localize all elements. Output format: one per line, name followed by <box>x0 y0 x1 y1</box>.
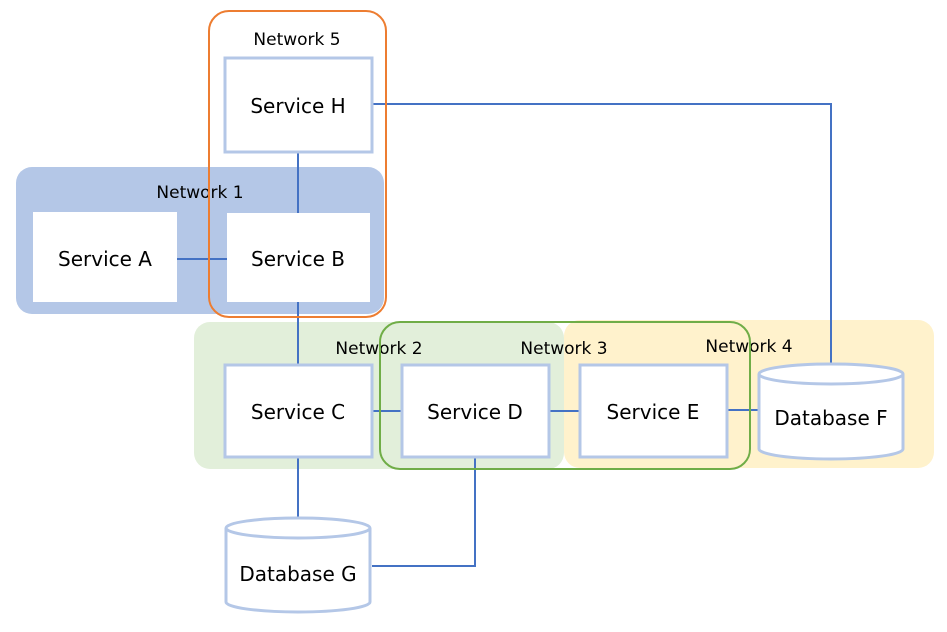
service-d-node[interactable]: Service D <box>400 363 551 459</box>
service-a-label: Service A <box>58 247 152 271</box>
service-b-label: Service B <box>251 247 345 271</box>
service-e-node[interactable]: Service E <box>578 363 729 459</box>
service-e-label: Service E <box>607 400 700 424</box>
architecture-diagram: Network 1 Network 2 Network 3 Network 4 … <box>16 10 934 614</box>
service-c-node[interactable]: Service C <box>223 363 374 459</box>
service-h-label: Service H <box>250 94 345 118</box>
network-3-label: Network 3 <box>520 339 607 359</box>
database-g-node[interactable]: Database G <box>224 516 372 614</box>
service-c-label: Service C <box>251 400 345 424</box>
network-5-label: Network 5 <box>253 30 340 50</box>
service-b-node[interactable]: Service B <box>227 213 370 302</box>
database-f-label: Database F <box>774 406 887 430</box>
service-d-label: Service D <box>427 400 523 424</box>
database-g-cylinder-top <box>224 516 372 540</box>
edge-service-d-database-g <box>372 457 476 567</box>
database-f-node[interactable]: Database F <box>757 362 905 461</box>
service-h-node[interactable]: Service H <box>223 56 374 154</box>
database-g-label: Database G <box>239 562 356 586</box>
service-a-node[interactable]: Service A <box>33 212 177 302</box>
database-f-cylinder-top <box>757 362 905 386</box>
network-1-label: Network 1 <box>156 183 243 203</box>
